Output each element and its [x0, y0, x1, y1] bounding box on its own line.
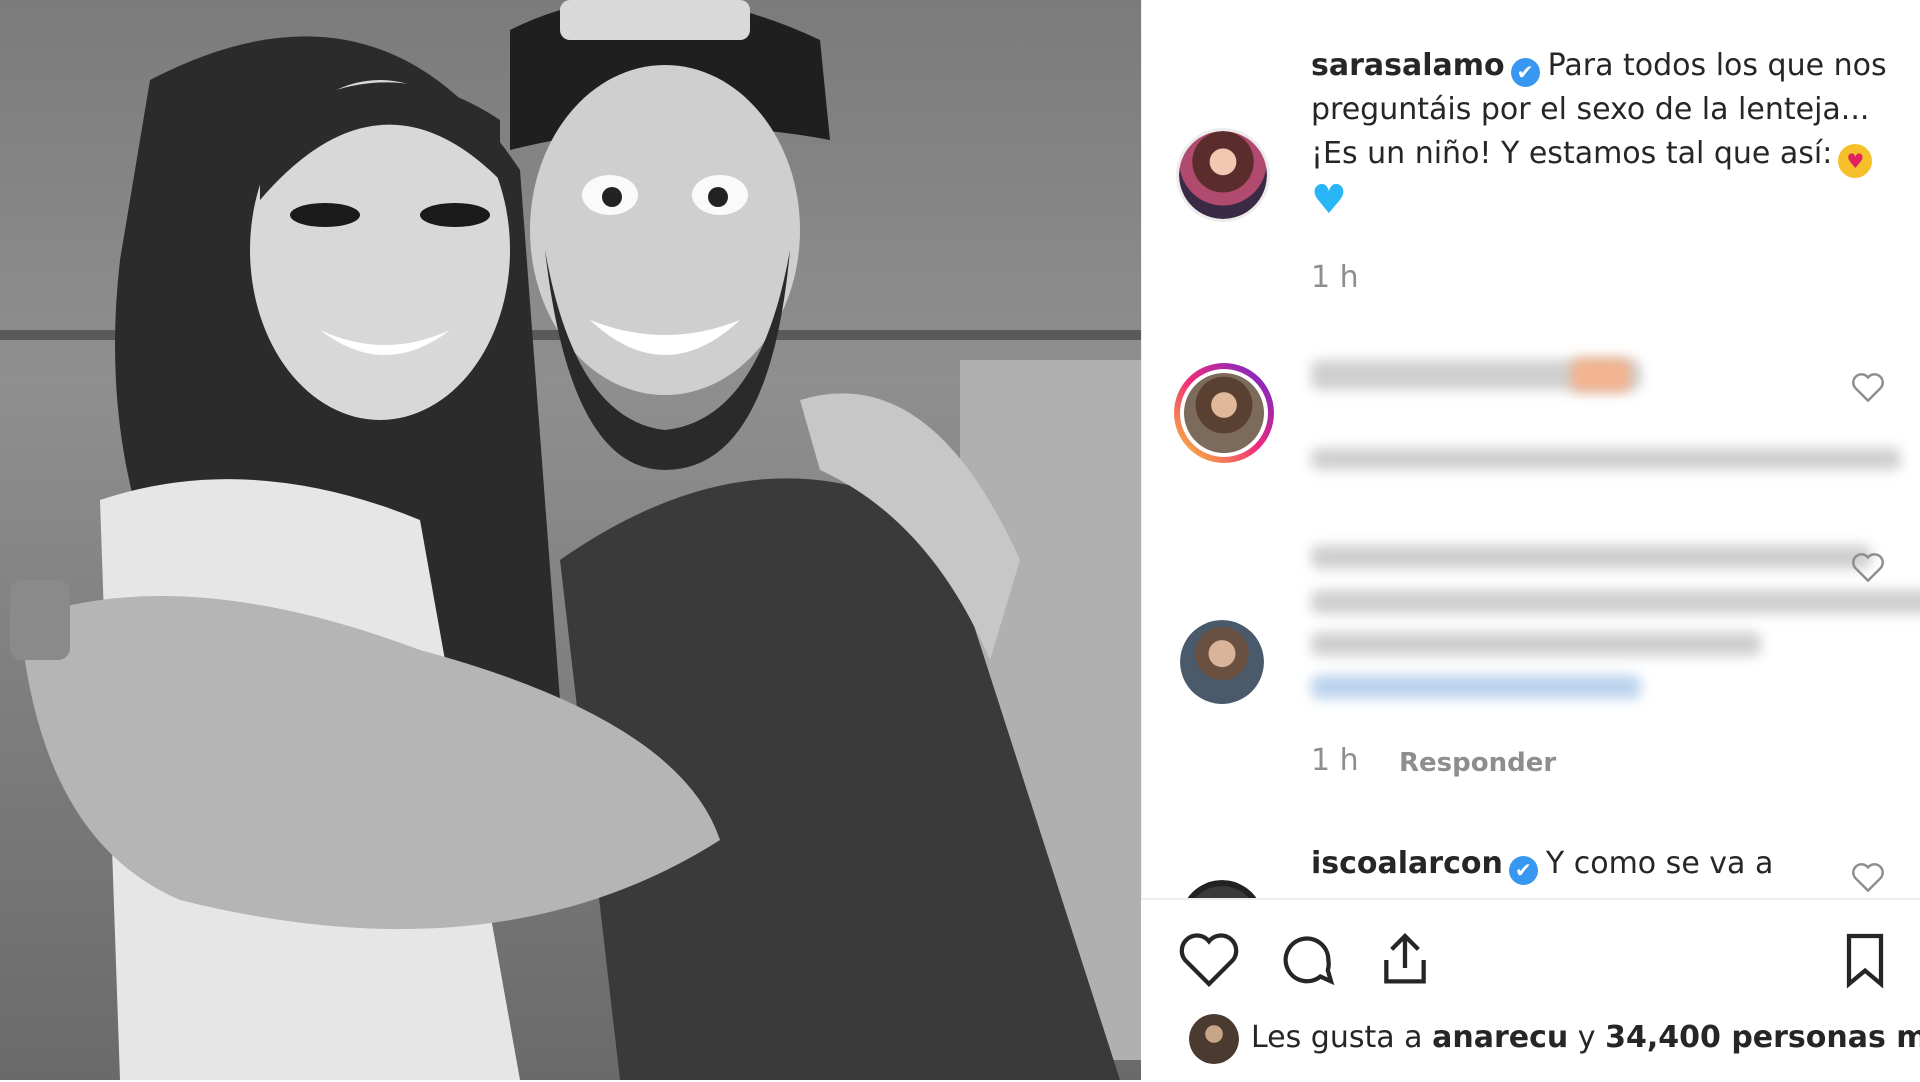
comment-2-avatar-image — [1180, 620, 1264, 704]
comment-2-timestamp[interactable]: 1 h — [1311, 743, 1359, 778]
bookmark-save-icon[interactable] — [1833, 928, 1897, 992]
heart-eyes-emoji-icon: ♥ — [1838, 144, 1873, 178]
liker-avatar-image — [1189, 1014, 1239, 1064]
like-heart-icon[interactable] — [1177, 928, 1241, 992]
caption-line-1: Para todos los que nos — [1547, 48, 1887, 83]
comment-3-text: Y como se va a — [1545, 846, 1774, 881]
comment-2-link-blurred — [1311, 675, 1641, 699]
likes-middle: y — [1577, 1020, 1596, 1055]
comment-2-avatar[interactable] — [1180, 620, 1264, 704]
likes-count-link[interactable]: 34,400 personas más — [1605, 1020, 1920, 1055]
instagram-post: sarasalamo ✔ Para todos los que nos pregun… — [0, 0, 1920, 1082]
comment-2-like-heart-icon[interactable] — [1851, 552, 1885, 582]
author-avatar-image — [1179, 131, 1267, 219]
comment-1-avatar-image — [1184, 373, 1264, 453]
post-action-bar: Les gusta a anarecu y 34,400 personas má… — [1141, 898, 1920, 1082]
caption-line-2: preguntáis por el sexo de la lenteja... — [1311, 92, 1870, 127]
comment-bubble-icon[interactable] — [1275, 928, 1339, 992]
photo-illustration — [0, 0, 1141, 1080]
comment-2-line-3-blurred — [1311, 632, 1761, 656]
liker-avatar[interactable] — [1189, 1014, 1239, 1064]
comment-3-verified-badge-icon: ✔ — [1508, 856, 1538, 885]
likes-prefix: Les gusta a — [1251, 1020, 1423, 1055]
likes-user-link[interactable]: anarecu — [1432, 1020, 1568, 1055]
author-username[interactable]: sarasalamo — [1311, 48, 1505, 83]
blue-heart-emoji-icon: ♥ — [1311, 177, 1347, 223]
comment-2-line-2-blurred — [1311, 590, 1920, 614]
verified-badge-icon: ✔ — [1510, 58, 1540, 87]
comment-1-text-blurred — [1311, 448, 1901, 470]
likes-summary: Les gusta a anarecu y 34,400 personas má… — [1251, 1016, 1920, 1060]
comment-3: iscoalarcon ✔ Y como se va a — [1311, 842, 1773, 886]
caption-timestamp[interactable]: 1 h — [1311, 260, 1359, 295]
comment-1-avatar[interactable] — [1174, 363, 1274, 463]
comment-1-like-heart-icon[interactable] — [1851, 372, 1885, 402]
comment-3-like-heart-icon[interactable] — [1851, 862, 1885, 892]
comment-3-username[interactable]: iscoalarcon — [1311, 846, 1503, 881]
author-avatar[interactable] — [1176, 128, 1270, 222]
share-upload-icon[interactable] — [1373, 928, 1437, 992]
comments-panel: sarasalamo ✔ Para todos los que nos pregun… — [1141, 0, 1920, 1082]
comment-2-line-1-blurred — [1311, 545, 1871, 569]
caption-line-3: ¡Es un niño! Y estamos tal que así: — [1311, 136, 1833, 171]
post-photo[interactable] — [0, 0, 1141, 1080]
comment-2-reply-button[interactable]: Responder — [1399, 748, 1556, 778]
comment-1-emoji-blurred — [1571, 358, 1631, 392]
post-caption: sarasalamo ✔ Para todos los que nos pregun… — [1311, 44, 1911, 222]
